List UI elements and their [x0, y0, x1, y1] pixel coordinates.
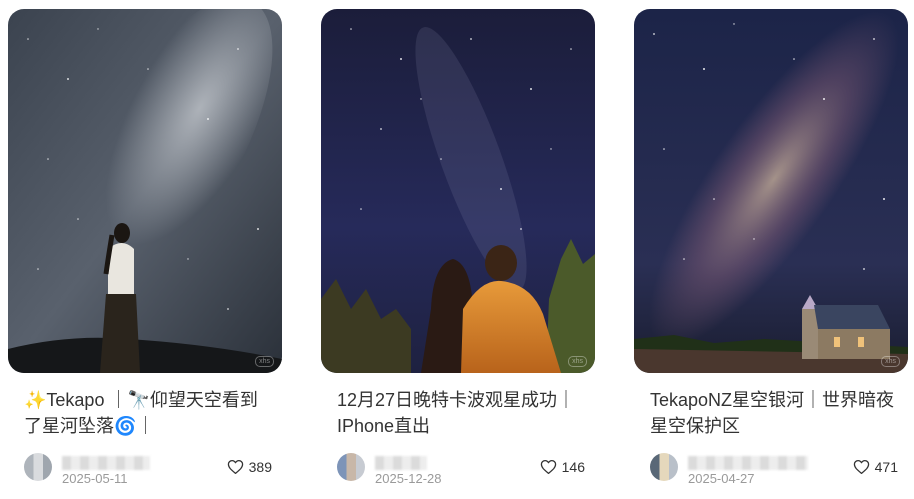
like-button[interactable]: 146	[540, 458, 585, 476]
watermark: xhs	[568, 356, 587, 367]
user-avatar[interactable]	[650, 453, 678, 481]
watermark: xhs	[255, 356, 274, 367]
like-count: 389	[248, 459, 272, 475]
like-count: 471	[874, 459, 898, 475]
username-blurred[interactable]	[688, 456, 808, 470]
heart-outline-icon	[540, 459, 556, 475]
post-card-3[interactable]: xhs TekapoNZ星空银河｜世界暗夜星空保护区 2025-04-27 47…	[634, 9, 908, 499]
milky-way-woman-photo	[8, 9, 282, 373]
heart-outline-icon	[853, 459, 869, 475]
post-cover-image[interactable]: xhs	[634, 9, 908, 373]
user-avatar[interactable]	[337, 453, 365, 481]
couple-stargazing-photo	[321, 9, 595, 373]
like-button[interactable]: 471	[853, 458, 898, 476]
user-avatar[interactable]	[24, 453, 52, 481]
post-meta: 2025-04-27 471	[650, 453, 898, 487]
username-blurred[interactable]	[375, 456, 427, 470]
post-cover-image[interactable]: xhs	[321, 9, 595, 373]
post-meta: 2025-05-11 389	[24, 453, 272, 487]
like-button[interactable]: 389	[227, 458, 272, 476]
like-count: 146	[561, 459, 585, 475]
heart-outline-icon	[227, 459, 243, 475]
post-title[interactable]: ✨Tekapo ｜🔭仰望天空看到了星河坠落🌀｜	[24, 387, 274, 439]
watermark: xhs	[881, 356, 900, 367]
post-title[interactable]: 12月27日晚特卡波观星成功｜IPhone直出	[337, 387, 587, 439]
post-title[interactable]: TekapoNZ星空银河｜世界暗夜星空保护区	[650, 387, 900, 439]
post-date: 2025-12-28	[375, 471, 442, 486]
post-date: 2025-05-11	[62, 471, 128, 486]
milky-way-church-photo	[634, 9, 908, 373]
post-card-2[interactable]: xhs 12月27日晚特卡波观星成功｜IPhone直出 2025-12-28 1…	[321, 9, 595, 499]
username-blurred[interactable]	[62, 456, 150, 470]
post-card-1[interactable]: xhs ✨Tekapo ｜🔭仰望天空看到了星河坠落🌀｜ 2025-05-11 3…	[8, 9, 282, 499]
post-date: 2025-04-27	[688, 471, 755, 486]
post-meta: 2025-12-28 146	[337, 453, 585, 487]
post-cover-image[interactable]: xhs	[8, 9, 282, 373]
